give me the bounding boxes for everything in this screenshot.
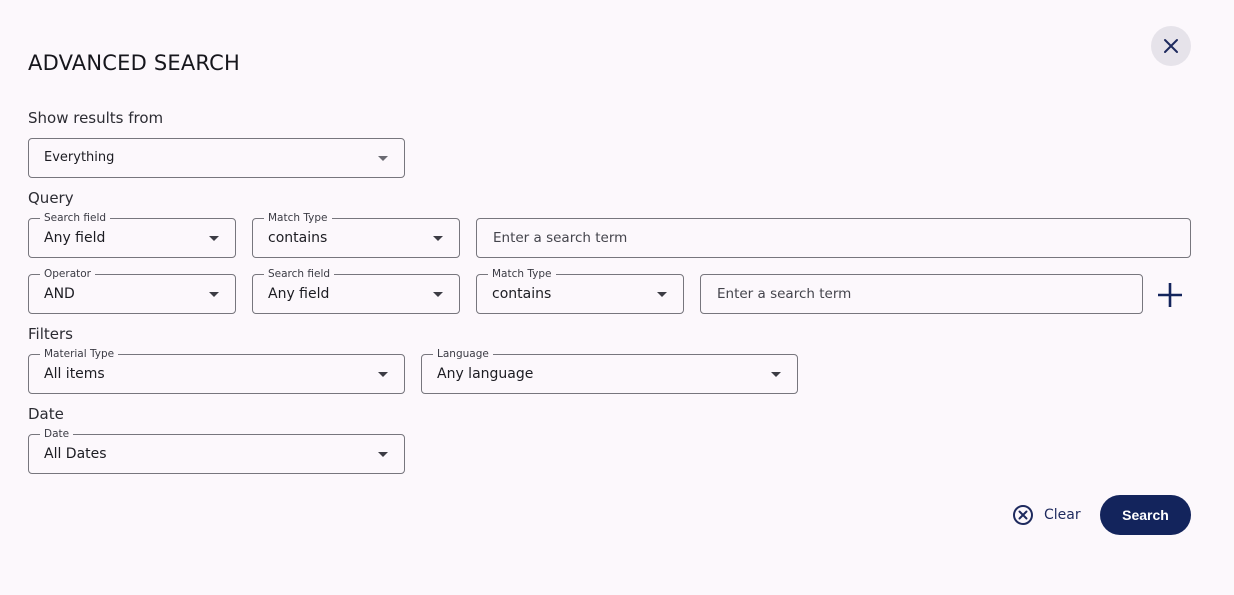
dropdown-arrow-icon (378, 156, 388, 161)
search-field-value: Any field (44, 230, 106, 246)
search-field-select-1[interactable]: Search field Any field (28, 211, 236, 258)
dropdown-arrow-icon (433, 292, 443, 297)
clear-label: Clear (1044, 507, 1081, 523)
search-field-select-2[interactable]: Search field Any field (252, 267, 460, 314)
plus-icon (1158, 283, 1182, 307)
match-type-value: contains (268, 230, 328, 246)
operator-select[interactable]: Operator AND (28, 267, 236, 314)
search-term-input-2[interactable] (700, 274, 1143, 314)
dialog-title: ADVANCED SEARCH (28, 51, 241, 76)
search-field-value: Any field (268, 286, 330, 302)
search-term-input-1[interactable] (476, 218, 1191, 258)
add-query-row-button[interactable] (1155, 280, 1185, 310)
language-value: Any language (437, 366, 534, 382)
dropdown-arrow-icon (657, 292, 667, 297)
dropdown-arrow-icon (378, 452, 388, 457)
date-value: All Dates (44, 446, 107, 462)
match-type-select-1[interactable]: Match Type contains (252, 211, 460, 258)
dropdown-arrow-icon (771, 372, 781, 377)
dropdown-arrow-icon (433, 236, 443, 241)
dropdown-arrow-icon (209, 292, 219, 297)
match-type-value: contains (492, 286, 552, 302)
date-select[interactable]: Date All Dates (28, 427, 405, 474)
dropdown-arrow-icon (378, 372, 388, 377)
show-results-value: Everything (44, 150, 115, 165)
search-button[interactable]: Search (1100, 495, 1191, 535)
query-label: Query (28, 189, 74, 207)
close-button[interactable] (1151, 26, 1191, 66)
match-type-select-2[interactable]: Match Type contains (476, 267, 684, 314)
operator-value: AND (44, 286, 75, 302)
material-type-select[interactable]: Material Type All items (28, 347, 405, 394)
show-results-select[interactable]: Everything (28, 138, 405, 178)
close-icon (1164, 39, 1178, 53)
dropdown-arrow-icon (209, 236, 219, 241)
language-select[interactable]: Language Any language (421, 347, 798, 394)
clear-circle-x-icon (1013, 505, 1033, 525)
filters-label: Filters (28, 325, 73, 343)
date-label: Date (28, 405, 64, 423)
clear-button[interactable]: Clear (1012, 503, 1081, 527)
show-results-label: Show results from (28, 109, 164, 127)
material-type-value: All items (44, 366, 105, 382)
